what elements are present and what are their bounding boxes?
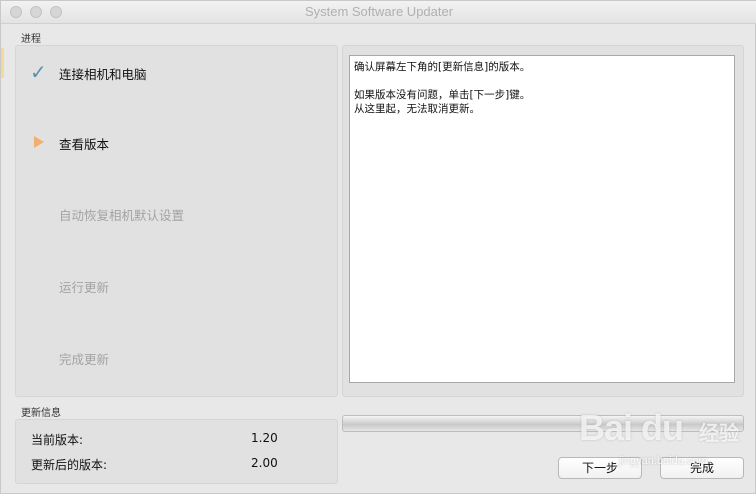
message-line: 如果版本没有问题，单击[下一步]键。 [354, 89, 531, 101]
window-edge-accent [1, 48, 4, 78]
window-title: System Software Updater [304, 4, 454, 19]
check-icon: ✓ [30, 60, 47, 84]
current-version-value: 1.20 [251, 431, 278, 445]
message-line: 确认屏幕左下角的[更新信息]的版本。 [354, 61, 531, 73]
current-version-label: 当前版本: [31, 433, 84, 447]
message-text-area[interactable]: 确认屏幕左下角的[更新信息]的版本。 如果版本没有问题，单击[下一步]键。 从这… [349, 55, 735, 383]
step-check-version: 查看版本 [16, 130, 337, 154]
title-bar: System Software Updater [1, 1, 756, 24]
updater-window: System Software Updater 进程 ✓ 连接相机和电脑 查看版… [0, 0, 756, 494]
step-label: 运行更新 [59, 280, 110, 295]
finish-button[interactable]: 完成 [660, 457, 744, 479]
step-run-update: 运行更新 [16, 273, 337, 297]
new-version-value: 2.00 [251, 456, 278, 470]
new-version-label: 更新后的版本: [31, 458, 108, 472]
step-label: 查看版本 [59, 137, 110, 152]
step-label: 完成更新 [59, 352, 110, 367]
progress-section-label: 进程 [21, 34, 41, 45]
update-info-label: 更新信息 [21, 408, 61, 419]
step-connect: ✓ 连接相机和电脑 [16, 60, 337, 84]
step-label: 自动恢复相机默认设置 [59, 208, 185, 223]
next-button[interactable]: 下一步 [558, 457, 642, 479]
steps-panel: ✓ 连接相机和电脑 查看版本 自动恢复相机默认设置 运行更新 完成更新 [15, 45, 338, 397]
update-progress-bar [342, 415, 744, 432]
step-finish-update: 完成更新 [16, 345, 337, 369]
current-step-arrow-icon [34, 136, 44, 148]
update-info-panel: 当前版本: 1.20 更新后的版本: 2.00 [15, 419, 338, 484]
message-line: 从这里起，无法取消更新。 [354, 103, 480, 115]
step-label: 连接相机和电脑 [59, 67, 147, 82]
step-reset-settings: 自动恢复相机默认设置 [16, 201, 337, 225]
